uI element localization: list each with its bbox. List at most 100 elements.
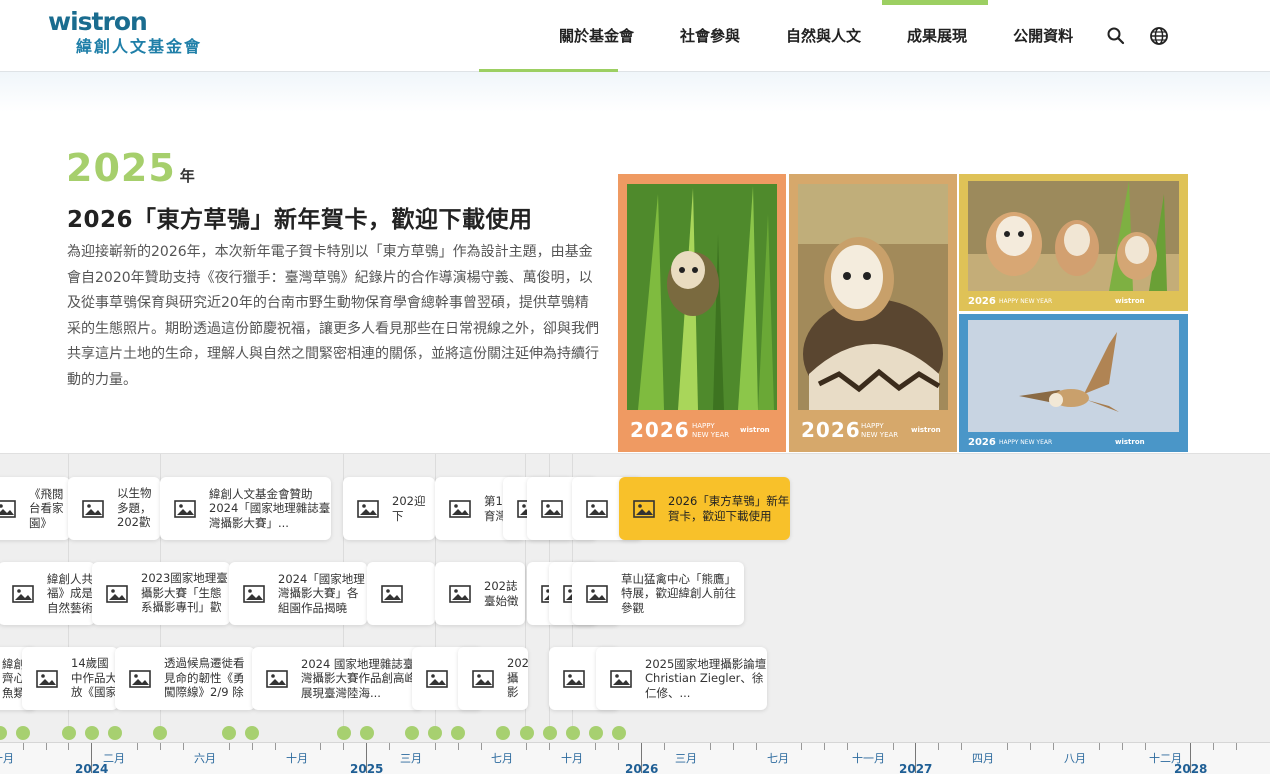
timeline-event[interactable]: 2024「國家地理灣攝影大賽」各組園作品揭曉: [229, 562, 367, 625]
timeline-event[interactable]: 2023國家地理臺攝影大賽「生態系攝影專刊」歡迎...: [92, 562, 230, 625]
timeline-event-text: 緯創人共福》成是自然藝術: [47, 571, 93, 615]
axis-tick: [46, 743, 47, 750]
axis-tick: [1213, 743, 1214, 750]
timeline-event[interactable]: 透過候鳥遷徙看見命的韌性《勇闖際線》2/9 除夕首: [115, 647, 255, 710]
timeline-event[interactable]: 202攝影攝影: [458, 647, 528, 710]
axis-tick: [23, 743, 24, 750]
timeline-event-text: 2026「東方草鴞」新年賀卡，歡迎下載使用: [668, 494, 790, 523]
axis-month-label: 三月: [400, 752, 422, 765]
timeline-marker[interactable]: [153, 726, 167, 740]
timeline-marker[interactable]: [108, 726, 122, 740]
card-new-year-label: NEW YEAR: [861, 431, 899, 439]
nav-item-achievements[interactable]: 成果展現: [884, 0, 990, 72]
timeline-marker[interactable]: [428, 726, 442, 740]
image-icon: [586, 499, 608, 518]
card-brand-label: wistron: [740, 426, 770, 434]
timeline-marker[interactable]: [496, 726, 510, 740]
timeline-marker[interactable]: [337, 726, 351, 740]
axis-tick: [1236, 743, 1237, 750]
timeline-event[interactable]: [367, 562, 435, 625]
axis-tick: [824, 743, 825, 750]
timeline-event[interactable]: 緯創人共福》成是自然藝術: [0, 562, 95, 625]
timeline-marker[interactable]: [520, 726, 534, 740]
timeline-event-text: 202攝影攝影: [507, 656, 528, 701]
timeline-event[interactable]: 以生物多題，202歡迎使用: [68, 477, 160, 540]
greeting-card-tan[interactable]: 2026 HAPPY NEW YEAR wistron: [789, 174, 957, 452]
timeline-axis[interactable]: 十月 二月 六月 十月 三月 七月 十月 三月 七月 十一月 四月 八月 十二月…: [0, 742, 1270, 776]
nav-item-nature[interactable]: 自然與人文: [763, 0, 884, 72]
card-happy-label: HAPPY: [861, 422, 884, 430]
timeline-event-active[interactable]: 2026「東方草鴞」新年賀卡，歡迎下載使用: [619, 477, 790, 540]
feature-year-number: 2025: [66, 146, 176, 190]
axis-year-label: 2024: [75, 762, 109, 776]
card-greeting-label: HAPPY NEW YEAR: [999, 298, 1053, 305]
timeline-marker[interactable]: [62, 726, 76, 740]
axis-tick: [1030, 743, 1031, 750]
timeline-marker[interactable]: [589, 726, 603, 740]
feature-year-unit: 年: [179, 167, 195, 185]
timeline-event[interactable]: 2024 國家地理雜誌臺灣攝影大賽作品創高峰 展現臺灣陸海...: [252, 647, 422, 710]
timeline-marker[interactable]: [451, 726, 465, 740]
site-logo[interactable]: wistron 緯創人文基金會: [48, 8, 202, 58]
axis-month-label: 十月: [286, 752, 308, 765]
axis-tick: [458, 743, 459, 750]
timeline-event[interactable]: 《飛閱台看家園》: [0, 477, 70, 540]
greeting-card-orange[interactable]: 2026 HAPPY NEW YEAR wistron: [618, 174, 786, 452]
image-icon: [266, 669, 288, 688]
nav-item-public-info[interactable]: 公開資料: [990, 0, 1096, 72]
timeline-event-text: 透過候鳥遷徙看見命的韌性《勇闖際線》2/9 除夕首: [164, 656, 245, 701]
timeline-marker[interactable]: [222, 726, 236, 740]
axis-tick: [481, 743, 482, 750]
timeline-marker[interactable]: [612, 726, 626, 740]
axis-tick: [549, 743, 550, 750]
nav-item-social[interactable]: 社會參與: [657, 0, 763, 72]
globe-icon[interactable]: [1149, 26, 1169, 46]
search-icon[interactable]: [1106, 26, 1126, 46]
owl-in-grass-photo: [627, 184, 777, 410]
timeline-event[interactable]: 緯創人文基金會贊助2024「國家地理雜誌臺灣攝影大賽」...: [160, 477, 331, 540]
timeline-marker[interactable]: [405, 726, 419, 740]
logo-wordmark: wistron: [48, 7, 148, 36]
image-icon: [174, 499, 196, 518]
timeline-event-text: 《飛閱台看家園》: [29, 486, 64, 530]
image-icon: [243, 584, 265, 603]
greeting-card-yellow[interactable]: 2026 HAPPY NEW YEAR wistron: [959, 174, 1188, 311]
timeline-marker[interactable]: [16, 726, 30, 740]
image-icon: [610, 669, 632, 688]
axis-tick: [938, 743, 939, 750]
timeline-marker[interactable]: [543, 726, 557, 740]
timeline-event[interactable]: 2025國家地理攝影論壇 Christian Ziegler、徐仁修、...: [596, 647, 767, 710]
axis-month-label: 四月: [972, 752, 994, 765]
timeline-event-text: 14歲國中作品大放《國家地: [71, 656, 117, 701]
timeline-event[interactable]: 14歲國中作品大放《國家地: [22, 647, 118, 710]
feature-description: 為迎接嶄新的2026年，本次新年電子賀卡特別以「東方草鴞」作為設計主題，由基金會…: [67, 244, 599, 388]
axis-month-label: 八月: [1064, 752, 1086, 765]
card-brand-label: wistron: [911, 426, 941, 434]
main-nav: 關於基金會 社會參與 自然與人文 成果展現 公開資料: [536, 0, 1096, 72]
timeline-marker[interactable]: [360, 726, 374, 740]
axis-tick: [68, 743, 69, 750]
timeline-event[interactable]: 202誌臺始徵: [435, 562, 525, 625]
greeting-card-blue[interactable]: 2026 HAPPY NEW YEAR wistron: [959, 314, 1188, 452]
axis-tick: [756, 743, 757, 750]
axis-tick: [137, 743, 138, 750]
timeline-marker[interactable]: [0, 726, 7, 740]
image-icon: [541, 499, 563, 518]
logo-org-name: 緯創人文基金會: [76, 37, 203, 56]
timeline-marker[interactable]: [85, 726, 99, 740]
nav-item-about[interactable]: 關於基金會: [536, 0, 657, 72]
axis-tick: [1007, 743, 1008, 750]
axis-tick: [733, 743, 734, 750]
timeline-marker[interactable]: [245, 726, 259, 740]
timeline-marker[interactable]: [566, 726, 580, 740]
axis-tick: [1145, 743, 1146, 750]
axis-tick: [275, 743, 276, 750]
image-icon: [36, 669, 58, 688]
timeline-event[interactable]: 202迎下: [343, 477, 435, 540]
axis-tick: [664, 743, 665, 750]
timeline-event[interactable]: 草山猛禽中心「熊鷹」特展，歡迎緯創人前往參觀: [572, 562, 744, 625]
card-new-year-label: NEW YEAR: [692, 431, 730, 439]
card-year-label: 2026: [968, 296, 996, 307]
card-year-label: 2026: [968, 437, 996, 448]
axis-month-label: 十月: [561, 752, 583, 765]
